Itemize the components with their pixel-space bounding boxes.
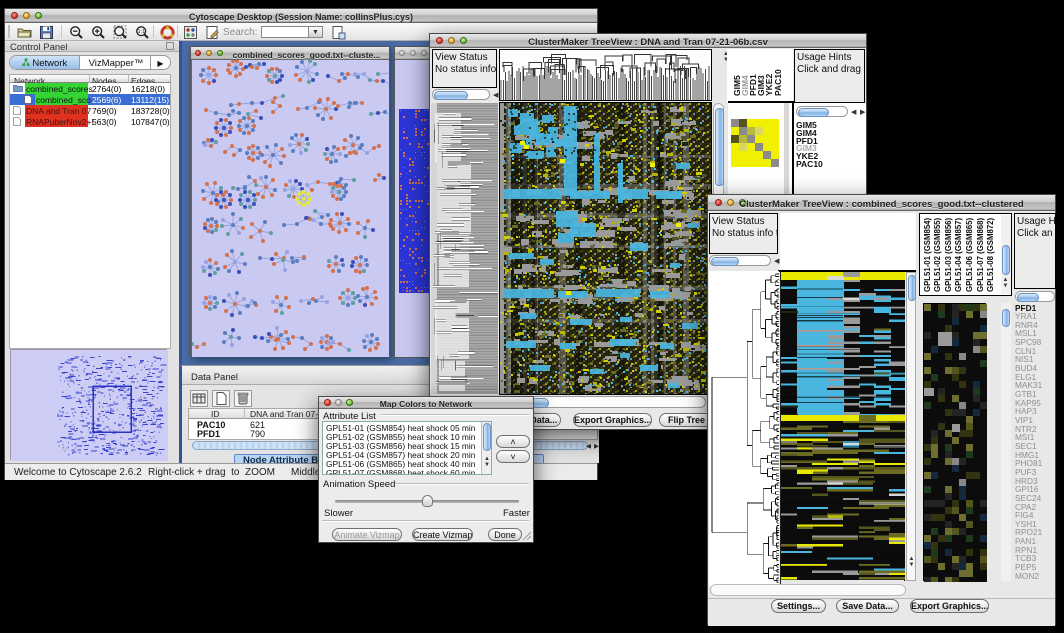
svg-text:1:1: 1:1 [138, 29, 145, 35]
